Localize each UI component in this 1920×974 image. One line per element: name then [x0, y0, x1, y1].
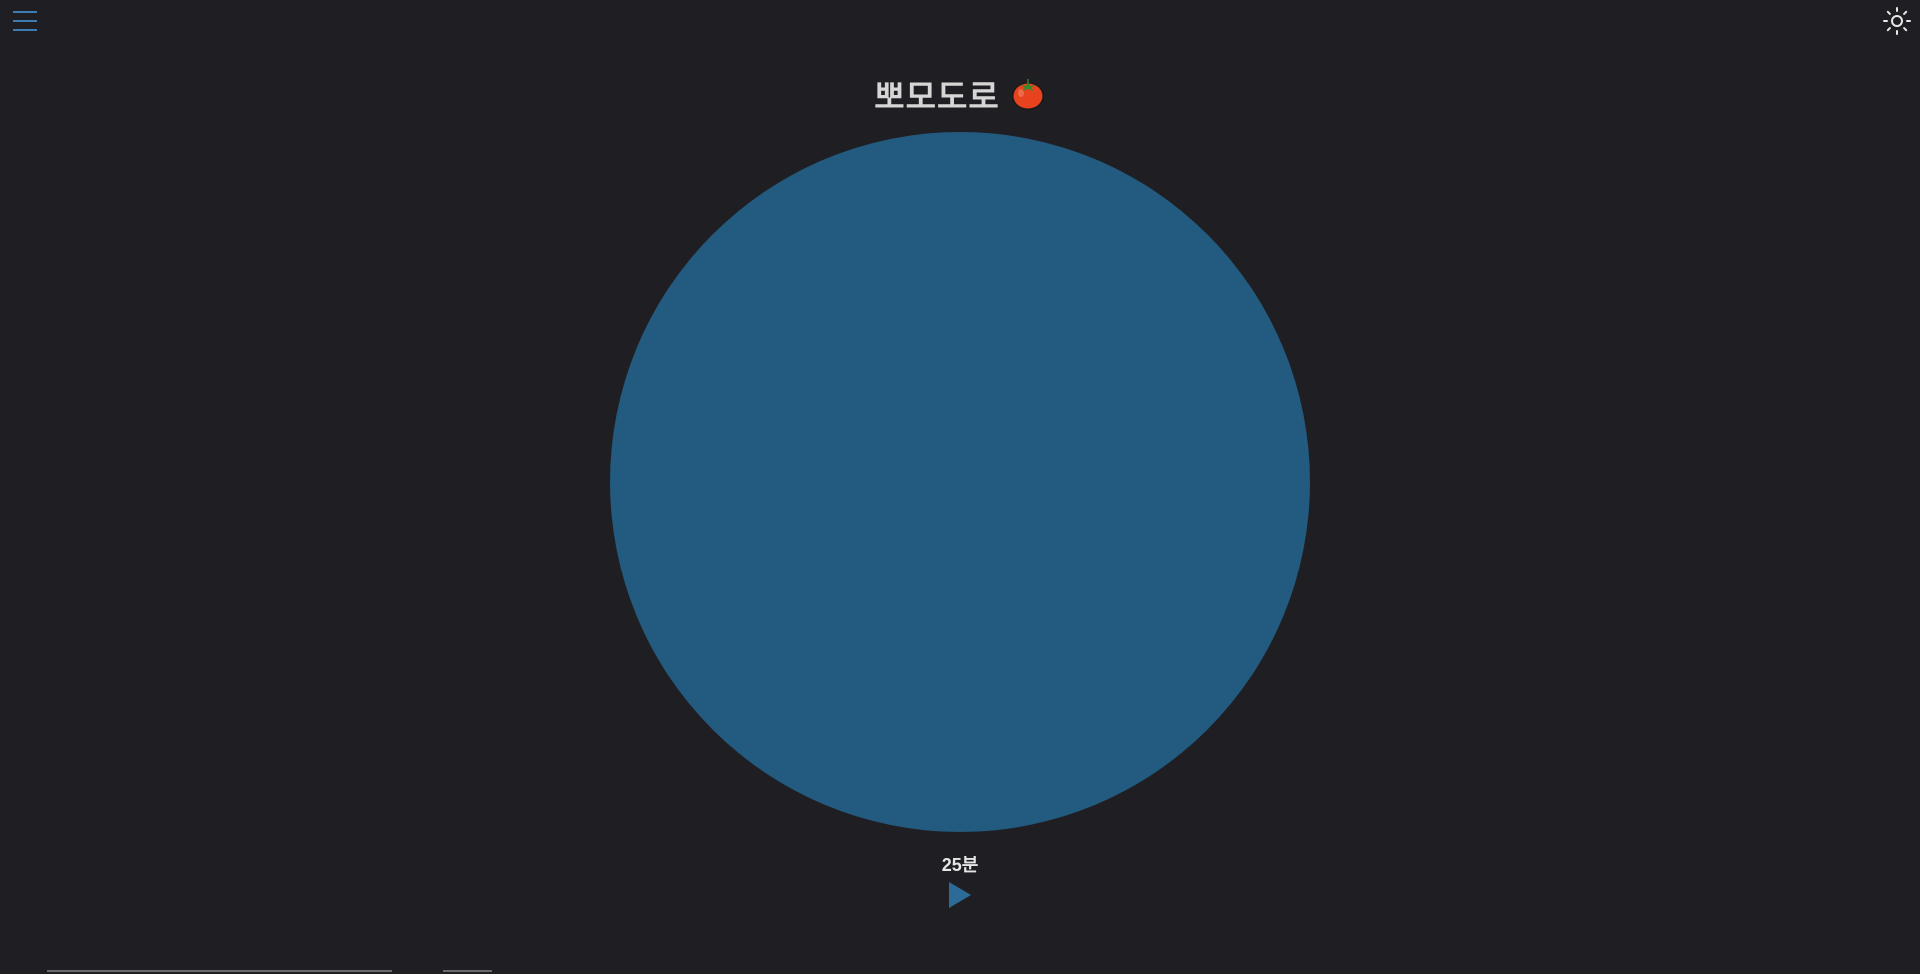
timer-circle[interactable]	[610, 132, 1310, 832]
bottom-divider	[443, 970, 492, 972]
pomodoro-page: 뽀모도로 25분	[0, 0, 1920, 974]
play-icon	[949, 882, 971, 908]
title-text: 뽀모도로	[874, 77, 1000, 116]
page-title: 뽀모도로	[0, 70, 1920, 118]
play-button[interactable]	[948, 881, 972, 909]
theme-toggle-button[interactable]	[1882, 6, 1912, 36]
hamburger-menu-icon	[13, 11, 37, 31]
tomato-icon	[1011, 79, 1044, 110]
sun-icon	[1883, 7, 1911, 35]
menu-button[interactable]	[12, 8, 38, 34]
duration-label: 25분	[941, 855, 979, 875]
bottom-divider	[47, 970, 392, 972]
